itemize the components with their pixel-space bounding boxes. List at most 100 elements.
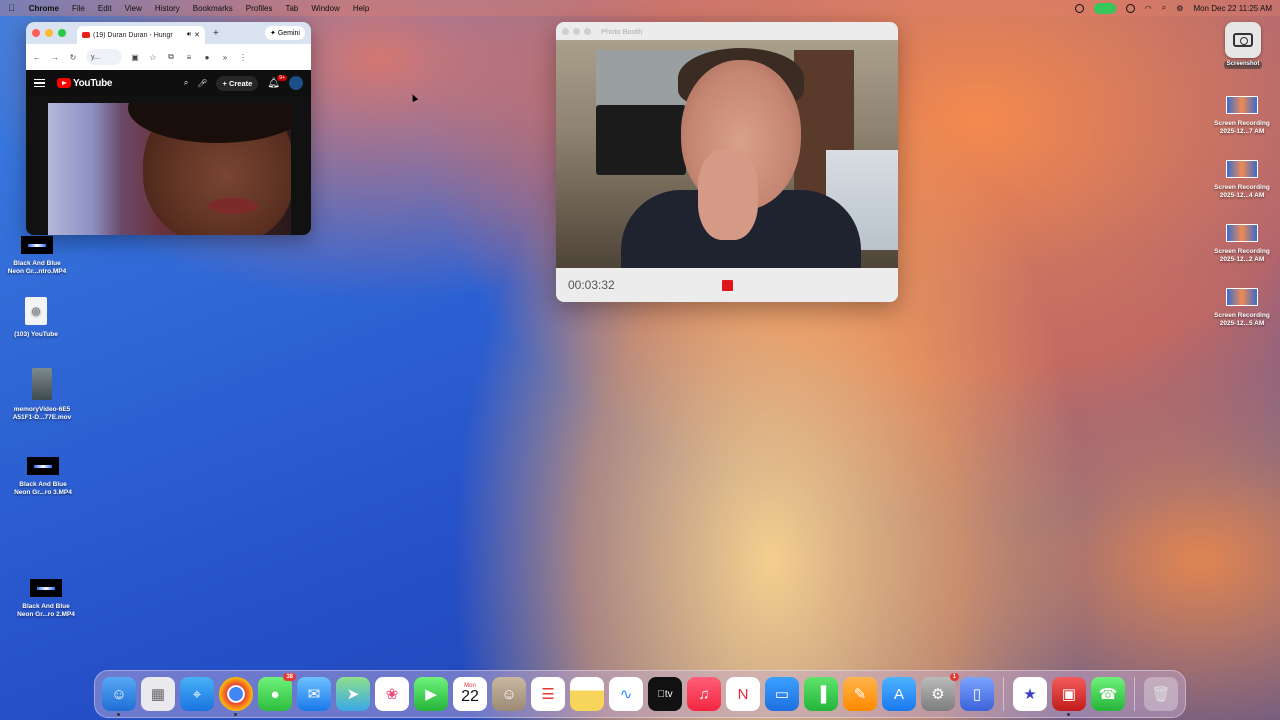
menu-file[interactable]: File xyxy=(72,4,85,13)
reminders-icon[interactable]: ☰ xyxy=(531,677,565,711)
file-label: (103) YouTube xyxy=(14,331,58,338)
photos-icon[interactable]: ❀ xyxy=(375,677,409,711)
mail-icon[interactable]: ✉ xyxy=(297,677,331,711)
recording-timer: 00:03:32 xyxy=(568,278,615,292)
bookmark-star-icon[interactable]: ☆ xyxy=(148,53,158,62)
desktop-file-recording[interactable]: Screen Recording 2025-12...2 AM xyxy=(1206,224,1278,265)
finder-icon[interactable]: ☺ xyxy=(102,677,136,716)
gemini-button[interactable]: ✦ Gemini xyxy=(264,26,305,40)
safari-icon[interactable]: ⌖ xyxy=(180,677,214,711)
youtube-play-icon xyxy=(57,78,71,88)
menu-profiles[interactable]: Profiles xyxy=(246,4,273,13)
menu-tab[interactable]: Tab xyxy=(285,4,298,13)
more-extensions-icon[interactable]: » xyxy=(220,53,230,62)
search-icon[interactable]: ⌕ xyxy=(1162,3,1166,13)
file-label: Neon Gr...ro 3.MP4 xyxy=(14,489,72,497)
iphone-mirroring-icon[interactable]: ▯ xyxy=(960,677,994,711)
tab-audio-icon[interactable]: 🔊︎ xyxy=(187,31,191,39)
stop-recording-button[interactable] xyxy=(722,280,733,291)
forward-icon[interactable]: → xyxy=(50,53,60,62)
profile-icon[interactable]: ● xyxy=(202,53,212,62)
browser-toolbar: ← → ↻ y... ▣ ☆ ⧉ ≡ ● » ⋮ xyxy=(26,44,311,70)
video-frame-lips xyxy=(208,198,258,214)
notifications-bell-icon[interactable]: 🔔︎ 9+ xyxy=(267,74,287,89)
photo-booth-icon[interactable]: ▣ xyxy=(1052,677,1086,716)
desktop-file-video[interactable]: Black And Blue Neon Gr...ro 3.MP4 xyxy=(8,457,78,498)
messages-icon[interactable]: ● 38 xyxy=(258,673,296,711)
desktop-file-recording[interactable]: Screen Recording 2025-12...7 AM xyxy=(1206,96,1278,137)
imovie-icon[interactable]: ★ xyxy=(1013,677,1047,711)
phone-icon[interactable]: ☎ xyxy=(1091,677,1125,711)
media-icon[interactable]: ≡ xyxy=(184,53,194,62)
youtube-logo-text: YouTube xyxy=(73,77,113,89)
avatar[interactable] xyxy=(289,76,303,90)
contacts-icon[interactable]: ☺ xyxy=(492,677,526,711)
desktop-file-mov[interactable]: memoryVideo-6E5 A51F1-D...77E.mov xyxy=(4,368,80,423)
menu-bookmarks[interactable]: Bookmarks xyxy=(193,4,233,13)
facetime-icon[interactable]: ▶ xyxy=(414,677,448,711)
minimize-window-button[interactable] xyxy=(45,29,53,37)
record-status-icon[interactable] xyxy=(1074,3,1084,13)
apple-menu-icon[interactable]:  xyxy=(8,3,15,13)
zoom-window-button[interactable] xyxy=(58,29,66,37)
music-icon[interactable]: ♫ xyxy=(687,677,721,711)
app-store-icon[interactable]: A xyxy=(882,677,916,711)
youtube-favicon-icon xyxy=(82,32,90,38)
cast-icon[interactable]: ▣ xyxy=(130,53,140,62)
menu-help[interactable]: Help xyxy=(353,4,369,13)
desktop-file-recording[interactable]: Screen Recording 2025-12...4 AM xyxy=(1206,160,1278,201)
freeform-icon[interactable]: ∿ xyxy=(609,677,643,711)
launchpad-icon[interactable]: ▦ xyxy=(141,677,175,711)
menu-history[interactable]: History xyxy=(155,4,180,13)
desktop-file-recording[interactable]: Screen Recording 2025-12...5 AM xyxy=(1206,288,1278,329)
youtube-logo[interactable]: YouTube xyxy=(57,77,113,89)
background-monitor xyxy=(596,105,686,175)
video-player[interactable] xyxy=(48,103,291,235)
microphone-icon[interactable]: 🎤︎ xyxy=(197,79,207,88)
calendar-icon[interactable]: Mon 22 xyxy=(453,677,487,711)
reload-icon[interactable]: ↻ xyxy=(68,53,78,62)
apple-tv-icon[interactable]: tv xyxy=(648,677,682,711)
notes-icon[interactable] xyxy=(570,677,604,711)
screenshot-app-icon[interactable]: Screenshot xyxy=(1218,22,1268,69)
photo-booth-window: Photo Booth 00:03:32 xyxy=(556,22,898,302)
desktop-file-video[interactable]: Black And Blue Neon Gr...ro 2.MP4 xyxy=(11,579,81,620)
trash-icon[interactable]: 🗑︎ xyxy=(1144,677,1178,711)
wifi-icon[interactable]: ◠ xyxy=(1145,4,1152,13)
desktop-file-video[interactable]: Black And Blue Neon Gr...ntro.MP4 xyxy=(2,236,72,277)
file-label: A51F1-D...77E.mov xyxy=(12,414,72,422)
camera-in-use-icon[interactable] xyxy=(1093,2,1116,14)
chrome-menu-icon[interactable]: ⋮ xyxy=(238,53,248,62)
back-icon[interactable]: ← xyxy=(32,53,42,62)
youtube-header-actions: ⌕ 🎤︎ + Create 🔔︎ 9+ xyxy=(184,74,303,91)
new-tab-button[interactable]: + xyxy=(213,28,219,39)
maps-icon[interactable]: ➤ xyxy=(336,677,370,711)
close-window-button[interactable] xyxy=(32,29,40,37)
tab-close-icon[interactable]: ✕ xyxy=(194,31,200,39)
zoom-window-button[interactable] xyxy=(584,27,591,35)
movie-thumbnail-icon xyxy=(32,368,52,400)
pages-icon[interactable]: ✎ xyxy=(843,677,877,711)
chrome-icon[interactable] xyxy=(219,677,253,716)
create-button[interactable]: + Create xyxy=(216,75,259,91)
hamburger-menu-icon[interactable] xyxy=(34,79,45,87)
keynote-icon[interactable]: ▭ xyxy=(765,677,799,711)
menu-edit[interactable]: Edit xyxy=(98,4,112,13)
desktop-file-webloc[interactable]: ◎ (103) YouTube xyxy=(2,297,70,339)
control-center-icon[interactable]: ⚙ xyxy=(1176,4,1183,13)
menu-view[interactable]: View xyxy=(125,4,142,13)
browser-tab-active[interactable]: (19) Duran Duran - Hungr 🔊︎ ✕ xyxy=(77,26,205,44)
tab-title: (19) Duran Duran - Hungr xyxy=(93,31,173,39)
news-icon[interactable]: N xyxy=(726,677,760,711)
numbers-icon[interactable]: ▐ xyxy=(804,677,838,711)
menubar-clock[interactable]: Mon Dec 22 11:25 AM xyxy=(1193,4,1272,13)
search-icon[interactable]: ⌕ xyxy=(184,78,188,88)
address-bar[interactable]: y... xyxy=(86,49,122,65)
extensions-icon[interactable]: ⧉ xyxy=(166,52,176,62)
screen-recording-icon[interactable] xyxy=(1125,3,1135,13)
close-window-button[interactable] xyxy=(562,27,569,35)
menu-app-name[interactable]: Chrome xyxy=(29,4,59,13)
menu-window[interactable]: Window xyxy=(311,4,339,13)
system-settings-icon[interactable]: ⚙ 1 xyxy=(921,673,959,711)
minimize-window-button[interactable] xyxy=(573,27,580,35)
